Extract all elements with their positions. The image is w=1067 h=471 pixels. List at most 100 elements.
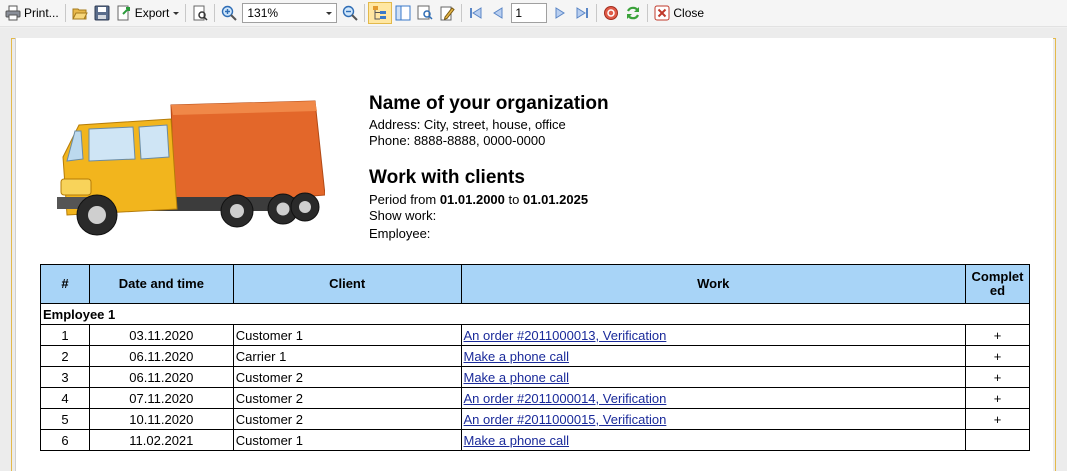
find-button[interactable] (414, 2, 436, 24)
export-button[interactable]: Export (113, 2, 183, 24)
column-header-date: Date and time (88, 264, 234, 304)
zoom-select[interactable]: 131% (242, 3, 338, 23)
organization-name: Name of your organization (369, 93, 609, 114)
page-number-value: 1 (515, 6, 523, 20)
row-date: 03.11.2020 (88, 324, 234, 346)
table-row: 3 06.11.2020 Customer 2 Make a phone call + (40, 366, 1031, 388)
row-date: 07.11.2020 (88, 387, 234, 409)
chevron-down-icon (326, 11, 333, 15)
close-button[interactable]: Close (651, 2, 707, 24)
row-completed: + (964, 345, 1031, 367)
close-icon (654, 5, 670, 21)
toolbar-separator (647, 4, 649, 22)
work-link[interactable]: An order #2011000013, Verification (464, 328, 667, 343)
row-completed: + (964, 324, 1031, 346)
group-label: Employee 1 (40, 303, 1030, 325)
row-completed: + (964, 387, 1031, 409)
save-button[interactable] (91, 2, 113, 24)
floppy-disk-icon (94, 5, 110, 21)
row-completed: + (964, 366, 1031, 388)
row-date: 06.11.2020 (88, 366, 234, 388)
zoom-in-icon (221, 5, 238, 21)
row-work: An order #2011000014, Verification (460, 387, 966, 409)
work-link[interactable]: Make a phone call (464, 349, 570, 364)
report-title: Work with clients (369, 167, 525, 188)
work-link[interactable]: Make a phone call (464, 370, 570, 385)
row-client: Customer 2 (232, 387, 462, 409)
period-prefix: Period from (369, 192, 437, 207)
row-date: 11.02.2021 (88, 429, 234, 451)
chevron-down-icon (173, 11, 180, 15)
report-toolbar: Print... Export 131% 1 Close (0, 0, 1067, 27)
row-work: Make a phone call (460, 345, 966, 367)
folder-open-icon (71, 5, 88, 21)
open-button[interactable] (69, 2, 91, 24)
toolbar-separator (185, 4, 187, 22)
page-number-input[interactable]: 1 (511, 3, 548, 23)
row-client: Customer 2 (232, 366, 462, 388)
row-number: 5 (40, 408, 90, 430)
row-completed: + (964, 408, 1031, 430)
last-page-button[interactable] (571, 2, 593, 24)
row-date: 06.11.2020 (88, 345, 234, 367)
work-link[interactable]: An order #2011000014, Verification (464, 391, 667, 406)
thumbnails-icon (395, 5, 411, 21)
table-row: 4 07.11.2020 Customer 2 An order #201100001… (40, 387, 1031, 409)
row-number: 1 (40, 324, 90, 346)
thumbnails-button[interactable] (392, 2, 414, 24)
table-header-row: # Date and time Client Work Complet ed (40, 264, 1031, 304)
row-work: An order #2011000013, Verification (460, 324, 966, 346)
row-work: Make a phone call (460, 366, 966, 388)
table-row: 5 10.11.2020 Customer 2 An order #201100001… (40, 408, 1031, 430)
tree-icon (372, 5, 388, 21)
row-number: 2 (40, 345, 90, 367)
work-table: # Date and time Client Work Complet ed Em… (40, 264, 1031, 451)
stop-button[interactable] (600, 2, 622, 24)
row-number: 4 (40, 387, 90, 409)
table-row: 1 03.11.2020 Customer 1 An order #201100001… (40, 324, 1031, 346)
zoom-in-button[interactable] (218, 2, 240, 24)
refresh-button[interactable] (622, 2, 644, 24)
row-client: Carrier 1 (232, 345, 462, 367)
truck-logo (57, 100, 325, 236)
organization-address: Address: City, street, house, office (369, 117, 566, 132)
group-row: Employee 1 (40, 303, 1030, 325)
column-header-work: Work (460, 264, 966, 304)
employee-filter: Employee: (369, 226, 431, 241)
row-client: Customer 2 (232, 408, 462, 430)
edit-icon (439, 5, 456, 21)
work-link[interactable]: Make a phone call (464, 433, 570, 448)
toolbar-separator (364, 4, 366, 22)
print-label: Print... (24, 6, 59, 20)
refresh-icon (625, 5, 641, 21)
export-label: Export (134, 6, 170, 20)
zoom-out-button[interactable] (339, 2, 361, 24)
previous-page-button[interactable] (487, 2, 509, 24)
page-magnifier-icon (192, 5, 208, 21)
next-page-button[interactable] (549, 2, 571, 24)
page-setup-button[interactable] (189, 2, 211, 24)
first-page-button[interactable] (465, 2, 487, 24)
toolbar-separator (461, 4, 463, 22)
printer-icon (5, 5, 21, 21)
edit-report-button[interactable] (436, 2, 458, 24)
find-icon (417, 5, 433, 21)
row-completed (964, 429, 1031, 451)
print-button[interactable]: Print... (2, 2, 62, 24)
organization-phone: Phone: 8888-8888, 0000-0000 (369, 133, 546, 148)
column-header-client: Client (232, 264, 462, 304)
show-work-filter: Show work: (369, 208, 437, 223)
zoom-value: 131% (247, 6, 279, 20)
last-page-icon (574, 5, 590, 21)
document-tree-toggle[interactable] (368, 2, 393, 24)
first-page-icon (468, 5, 484, 21)
row-number: 6 (40, 429, 90, 451)
work-link[interactable]: An order #2011000015, Verification (464, 412, 667, 427)
row-number: 3 (40, 366, 90, 388)
table-row: 2 06.11.2020 Carrier 1 Make a phone call + (40, 345, 1031, 367)
row-work: Make a phone call (460, 429, 966, 451)
previous-page-icon (490, 5, 506, 21)
zoom-out-icon (342, 5, 359, 21)
stop-icon (603, 5, 619, 21)
row-date: 10.11.2020 (88, 408, 234, 430)
